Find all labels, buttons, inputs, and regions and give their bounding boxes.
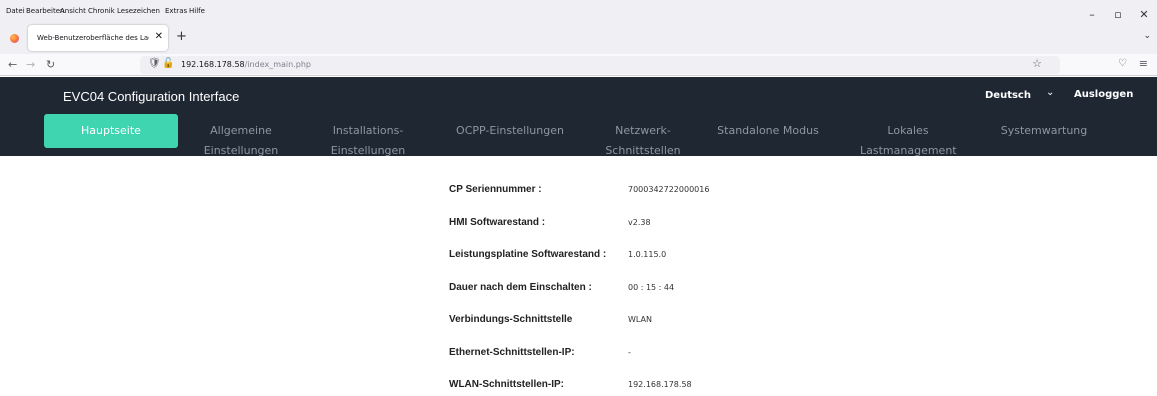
url-path: /index_main.php xyxy=(244,60,311,69)
url-bar[interactable]: 🛡 🔓 192.168.178.58/index_main.php ☆ xyxy=(140,56,1060,74)
tab-label: Einstellungen xyxy=(330,144,406,157)
menu-extras[interactable]: Extras xyxy=(165,7,187,15)
url-host: 192.168.178.58 xyxy=(181,60,245,69)
logout-link[interactable]: Ausloggen xyxy=(1074,89,1133,100)
info-label: HMI Softwarestand : xyxy=(449,217,546,228)
menu-hamburger-icon[interactable]: ≡ xyxy=(1139,57,1148,70)
tab-label: OCPP-Einstellungen xyxy=(456,124,564,137)
browser-tab[interactable]: Web-Benutzeroberfläche des Ladeg ✕ xyxy=(28,25,168,51)
language-select[interactable]: Deutsch xyxy=(985,90,1031,101)
info-label: Ethernet-Schnittstellen-IP: xyxy=(449,347,575,358)
url-text[interactable]: 192.168.178.58/index_main.php xyxy=(181,60,311,69)
new-tab-icon[interactable]: + xyxy=(176,29,187,44)
info-value: 7000342722000016 xyxy=(628,185,710,194)
tab-label: Netzwerk- xyxy=(615,124,671,137)
tab-label: Systemwartung xyxy=(1000,124,1088,137)
tab-installations-einstellungen[interactable]: Installations- Einstellungen xyxy=(323,121,413,161)
tab-label: Einstellungen xyxy=(203,144,279,157)
reload-icon[interactable]: ↻ xyxy=(46,58,55,72)
info-value: 00 : 15 : 44 xyxy=(628,283,675,292)
firefox-logo-icon xyxy=(10,34,19,43)
info-label: Verbindungs-Schnittstelle xyxy=(449,314,573,325)
tracking-shield-icon[interactable]: 🛡 xyxy=(148,58,161,69)
menu-ansicht[interactable]: Ansicht xyxy=(60,7,86,15)
bookmark-star-icon[interactable]: ☆ xyxy=(1032,57,1042,70)
browser-menubar: Datei Bearbeiten Ansicht Chronik Lesezei… xyxy=(0,0,1157,22)
menu-chronik[interactable]: Chronik xyxy=(88,7,115,15)
tab-lokales-lastmanagement[interactable]: Lokales Lastmanagement xyxy=(860,121,957,161)
tab-label: Lokales xyxy=(887,124,929,137)
info-label: Leistungsplatine Softwarestand : xyxy=(449,249,607,260)
tab-ocpp-einstellungen[interactable]: OCPP-Einstellungen xyxy=(450,121,570,141)
tab-label: Installations- xyxy=(332,124,404,137)
info-value: 192.168.178.58 xyxy=(628,380,692,389)
pocket-icon[interactable]: ♡ xyxy=(1118,58,1127,69)
tab-hauptseite[interactable]: Hauptseite xyxy=(44,114,178,148)
tab-systemwartung[interactable]: Systemwartung xyxy=(994,121,1094,141)
close-window-icon[interactable]: ✕ xyxy=(1131,0,1157,22)
info-value: - xyxy=(628,348,631,357)
close-tab-icon[interactable]: ✕ xyxy=(155,31,163,42)
info-value: v2.38 xyxy=(628,218,651,227)
tab-title: Web-Benutzeroberfläche des Ladeg xyxy=(37,34,149,42)
info-label: WLAN-Schnittstellen-IP: xyxy=(449,379,564,390)
info-label: CP Seriennummer : xyxy=(449,184,542,195)
tab-label: Allgemeine xyxy=(210,124,272,137)
restore-icon[interactable]: ▫ xyxy=(1105,0,1131,22)
insecure-lock-icon[interactable]: 🔓 xyxy=(162,58,174,69)
minimize-icon[interactable]: – xyxy=(1079,0,1105,22)
menu-bearbeiten[interactable]: Bearbeiten xyxy=(26,7,64,15)
browser-navbar: ← → ↻ 🛡 🔓 192.168.178.58/index_main.php … xyxy=(0,54,1157,76)
chevron-down-icon[interactable]: ⌄ xyxy=(1046,87,1054,98)
tab-list-chevron-icon[interactable]: ⌄ xyxy=(1143,31,1151,41)
tab-allgemeine-einstellungen[interactable]: Allgemeine Einstellungen xyxy=(196,121,286,161)
tab-label: Lastmanagement xyxy=(860,144,957,157)
menu-lesezeichen[interactable]: Lesezeichen xyxy=(117,7,160,15)
menu-hilfe[interactable]: Hilfe xyxy=(189,7,205,15)
menu-datei[interactable]: Datei xyxy=(6,7,25,15)
tab-label: Standalone Modus xyxy=(717,124,819,137)
forward-icon[interactable]: → xyxy=(26,58,35,72)
info-value: 1.0.115.0 xyxy=(628,250,667,259)
info-label: Dauer nach dem Einschalten : xyxy=(449,282,592,293)
tab-netzwerk-schnittstellen[interactable]: Netzwerk- Schnittstellen xyxy=(598,121,688,161)
info-value: WLAN xyxy=(628,315,653,324)
tab-label: Hauptseite xyxy=(81,124,141,137)
back-icon[interactable]: ← xyxy=(8,58,17,72)
app-header: EVC04 Configuration Interface Deutsch ⌄ … xyxy=(0,77,1157,157)
tab-standalone-modus[interactable]: Standalone Modus xyxy=(710,121,826,141)
app-title: EVC04 Configuration Interface xyxy=(63,89,240,104)
tab-label: Schnittstellen xyxy=(605,144,681,157)
tab-strip: Web-Benutzeroberfläche des Ladeg ✕ + ⌄ xyxy=(0,22,1157,54)
